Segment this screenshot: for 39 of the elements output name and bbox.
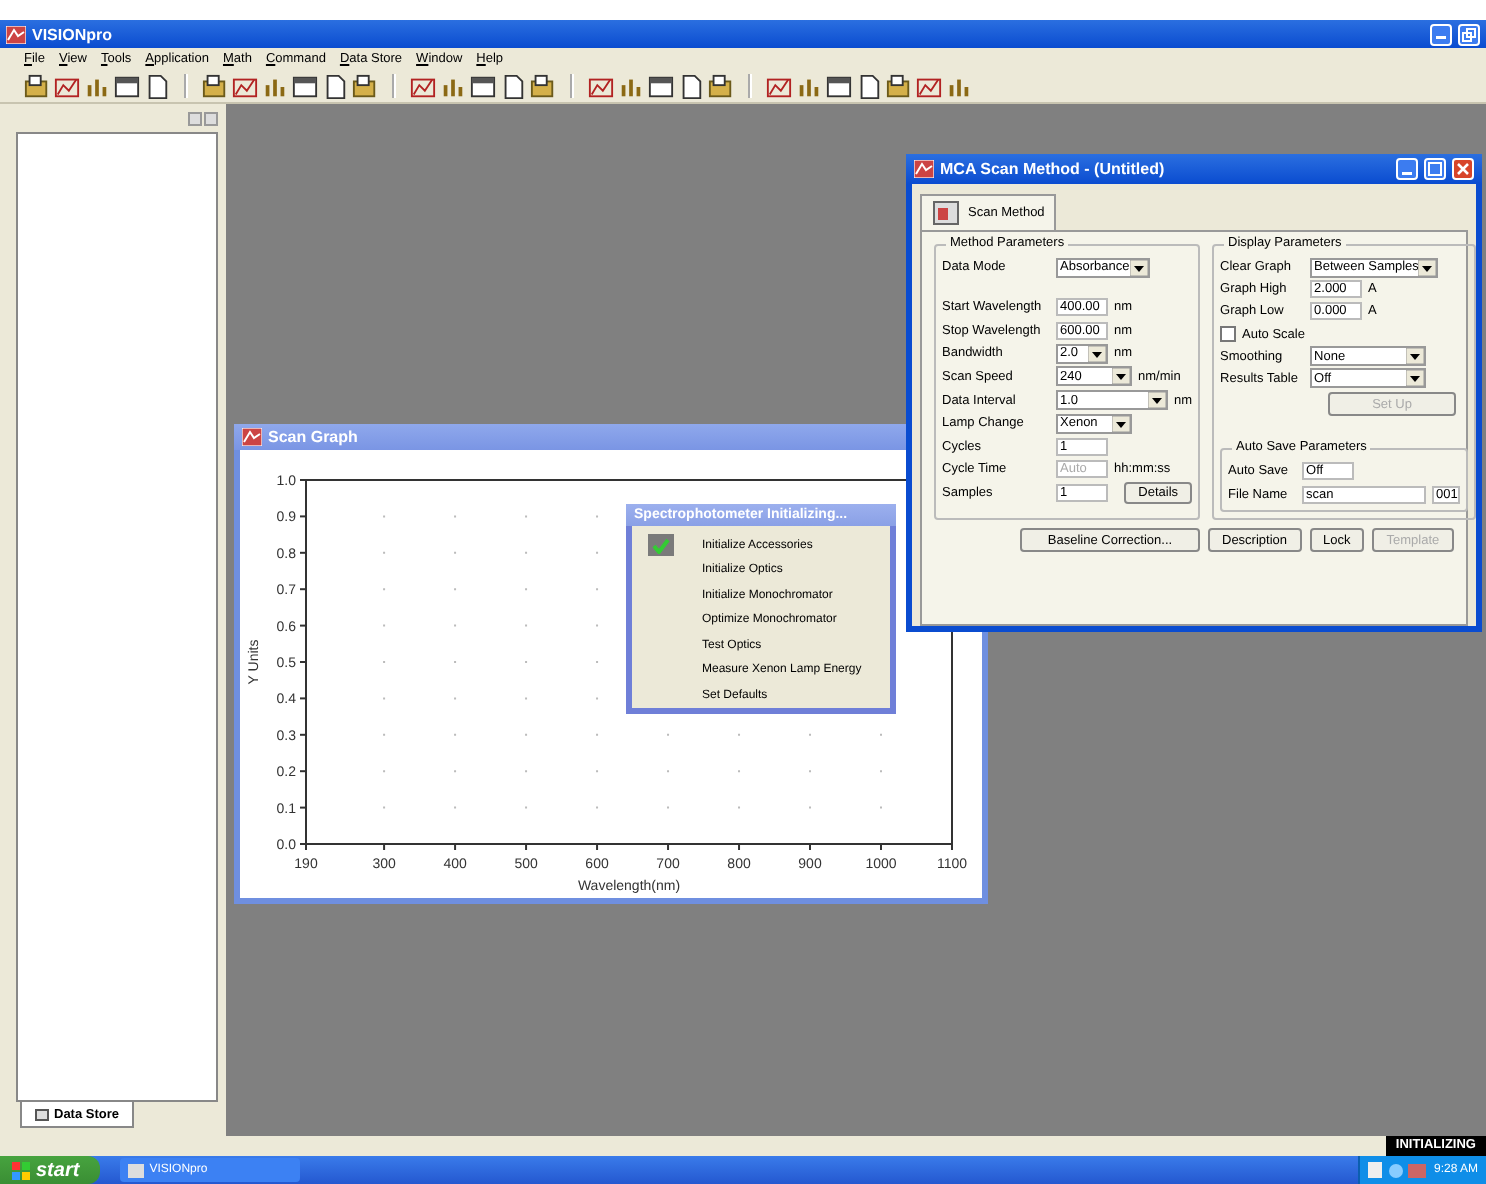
caret-icon — [1112, 415, 1130, 432]
caret-icon — [1112, 368, 1130, 385]
caret-icon — [1406, 348, 1425, 365]
caret-icon — [1406, 370, 1425, 387]
restore-button[interactable] — [1458, 23, 1480, 45]
toolbar-icon[interactable] — [114, 73, 140, 99]
toolbar-icon[interactable] — [886, 73, 912, 99]
toolbar-icon[interactable] — [588, 73, 614, 99]
toolbar-icon[interactable] — [24, 73, 50, 99]
tray-icons — [1367, 1161, 1428, 1179]
toolbar-icon[interactable] — [916, 73, 942, 99]
caret-icon — [1129, 259, 1148, 275]
toolbar-icon[interactable] — [766, 73, 792, 99]
document-icon — [932, 200, 960, 226]
window-title: Scan Graph — [268, 428, 358, 446]
caret-icon — [1148, 392, 1166, 409]
window-icon — [914, 160, 934, 178]
toolbar-icon[interactable] — [410, 73, 436, 99]
toolbar-icon[interactable] — [826, 73, 852, 99]
caret-icon — [1088, 345, 1106, 362]
start-button[interactable]: start — [0, 1156, 100, 1184]
toolbar-icon[interactable] — [648, 73, 674, 99]
toolbar-icon[interactable] — [202, 73, 228, 99]
minimize-button[interactable] — [1430, 23, 1452, 45]
toolbar-icon[interactable] — [54, 73, 80, 99]
checkbox[interactable] — [1220, 326, 1237, 343]
toolbar-icon[interactable] — [352, 73, 378, 99]
window-title: MCA Scan Method - (Untitled) — [940, 160, 1167, 178]
toolbar-icon[interactable] — [530, 73, 556, 99]
minimize-button[interactable] — [1396, 158, 1418, 180]
app-title: VISIONpro — [32, 25, 115, 43]
caret-icon — [1418, 259, 1437, 275]
windows-logo-icon — [12, 1161, 30, 1179]
graph-icon — [242, 428, 262, 446]
toolbar-icon[interactable] — [292, 73, 318, 99]
toolbar-icon[interactable] — [708, 73, 734, 99]
toolbar-icon[interactable] — [232, 73, 258, 99]
toolbar-icon[interactable] — [470, 73, 496, 99]
maximize-button[interactable] — [1424, 158, 1446, 180]
